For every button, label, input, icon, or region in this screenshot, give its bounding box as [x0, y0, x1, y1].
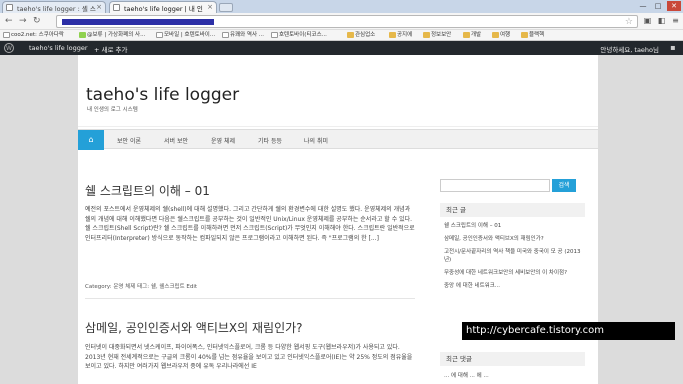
search-input[interactable] — [440, 179, 550, 192]
category-link[interactable]: 운영 체제 — [113, 284, 135, 290]
page-icon — [3, 32, 10, 38]
page-icon — [222, 32, 229, 38]
bookmark-label: 정보보안 — [431, 32, 452, 38]
sidebar: 검색 최근 글 쉘 스크립트의 이해 – 01 삼메일, 공인인증서와 액티브X… — [430, 149, 590, 384]
post-excerpt: 인터넷이 대중화되면서 넷스케이프, 파이어폭스, 인터넷익스플로어, 크롬 등… — [85, 344, 413, 370]
folder-icon — [389, 32, 396, 38]
comment-snippet[interactable]: ... 에 대해 ... 에 ... — [444, 371, 489, 379]
close-tab-icon[interactable]: × — [207, 3, 213, 11]
extension-icon[interactable]: ◧ — [656, 16, 667, 26]
favicon-icon — [6, 4, 13, 11]
browser-tab-1[interactable]: taeho's life logger : 셸 스 × — [2, 1, 106, 13]
wordpress-icon[interactable]: W — [4, 43, 14, 53]
list-item[interactable]: 무중성에 대한 네트워크보안의 세비보안의 이 차이점? — [444, 269, 584, 277]
browser-tab-strip: taeho's life logger : 셸 스 × taeho's life… — [0, 0, 683, 13]
bookmark-item[interactable]: @보류 | 가상화폐의 사... — [78, 31, 145, 40]
bookmark-label: 공지에 — [397, 32, 413, 38]
bookmark-label: 여행 — [500, 32, 511, 38]
recent-comments-title: 최근 댓글 — [440, 352, 585, 366]
post-title[interactable]: 쉘 스크립트의 이해 – 01 — [85, 182, 210, 199]
post-meta: Category: 운영 체제 태그: 쉘, 쉘스크립트 Edit — [85, 282, 197, 290]
search-icon[interactable]: ▪ — [668, 43, 678, 53]
bookmark-item[interactable]: 모바일 | 호텐토바이... — [155, 31, 215, 40]
bookmark-folder[interactable]: 공지에 — [388, 31, 412, 40]
bookmark-item[interactable]: 호텐토바이(티코스... — [270, 31, 327, 40]
minimize-button[interactable]: — — [636, 1, 650, 11]
browser-toolbar: ← → ↻ ☆ ▣ ◧ ≡ — [0, 13, 683, 30]
watermark: http://cybercafe.tistory.com — [462, 322, 675, 340]
folder-icon — [463, 32, 470, 38]
bookmark-folder[interactable]: 정보보안 — [422, 31, 451, 40]
url-redacted — [62, 19, 214, 25]
bookmarks-bar: coo2.net: 스쿠아다락 @보류 | 가상화폐의 사... 모바일 | 호… — [0, 30, 683, 41]
forward-icon[interactable]: → — [19, 16, 27, 26]
folder-icon — [521, 32, 528, 38]
favicon-icon — [113, 4, 120, 11]
tab-label: taeho's life logger | 내 인 — [124, 5, 203, 13]
extension-icon[interactable]: ▣ — [642, 16, 653, 26]
admin-bar: W taeho's life logger + 새로 추가 안녕하세요, tae… — [0, 41, 683, 55]
edit-link[interactable]: Edit — [186, 284, 197, 290]
address-bar[interactable]: ☆ — [56, 15, 638, 28]
tab-label: taeho's life logger : 셸 스 — [17, 5, 96, 13]
folder-icon — [423, 32, 430, 38]
recent-posts-list: 쉘 스크립트의 이해 – 01 삼메일, 공인인증서와 액티브X의 재림인가? … — [444, 222, 584, 295]
page-icon — [271, 32, 278, 38]
page-icon — [79, 32, 86, 38]
list-item[interactable]: 삼메일, 공인인증서와 액티브X의 재림인가? — [444, 235, 584, 243]
post-title[interactable]: 삼메일, 공인인증서와 액티브X의 재림인가? — [85, 319, 303, 336]
admin-user-link[interactable]: 안녕하세요, taeho님 — [600, 44, 659, 54]
browser-tab-2[interactable]: taeho's life logger | 내 인 × — [109, 1, 217, 13]
tags-link[interactable]: 쉘, 쉘스크립트 — [151, 284, 185, 290]
bookmark-label: 관심업소 — [355, 32, 376, 38]
bookmark-label: 모바일 | 호텐토바이... — [164, 32, 216, 38]
bookmark-item[interactable]: 유쾌와 역사 ... — [221, 31, 264, 40]
bookmark-label: 호텐토바이(티코스... — [279, 32, 327, 38]
close-window-button[interactable]: ✕ — [667, 1, 681, 11]
bookmark-label: 개발 — [471, 32, 482, 38]
list-item[interactable]: 고전시/문사끝자리의 역사 책을 미국와 중국이 모 공 (2013년) — [444, 248, 584, 264]
new-tab-button[interactable] — [219, 3, 233, 12]
bookmark-folder[interactable]: 관심업소 — [346, 31, 375, 40]
bookmark-folder[interactable]: 블랙헥 — [520, 31, 544, 40]
tags-label: 태그: — [137, 284, 150, 290]
bookmark-label: 블랙헥 — [529, 32, 545, 38]
divider — [85, 298, 415, 299]
post-excerpt: 예전의 포스트에서 운영체제의 쉘(shell)에 대해 설명했다. 그리고 간… — [85, 206, 415, 242]
list-item[interactable]: 쉘 스크립트의 이해 – 01 — [444, 222, 584, 230]
menu-icon[interactable]: ≡ — [670, 16, 681, 26]
recent-posts-title: 최근 글 — [440, 203, 585, 217]
reload-icon[interactable]: ↻ — [33, 16, 41, 26]
back-icon[interactable]: ← — [5, 16, 13, 26]
bookmark-label: @보류 | 가상화폐의 사... — [87, 32, 146, 38]
maximize-button[interactable]: □ — [651, 1, 665, 11]
bookmark-folder[interactable]: 여행 — [491, 31, 510, 40]
admin-new-link[interactable]: + 새로 추가 — [94, 44, 128, 54]
category-label: Category: — [85, 284, 112, 290]
bookmark-label: coo2.net: 스쿠아다락 — [11, 32, 64, 38]
admin-site-link[interactable]: taeho's life logger — [29, 44, 88, 52]
list-item[interactable]: 중앙 에 대한 네트워크... — [444, 282, 584, 290]
bookmark-folder[interactable]: 개발 — [462, 31, 481, 40]
folder-icon — [492, 32, 499, 38]
close-tab-icon[interactable]: × — [96, 3, 102, 11]
bookmark-item[interactable]: coo2.net: 스쿠아다락 — [2, 31, 64, 40]
folder-icon — [347, 32, 354, 38]
search-button[interactable]: 검색 — [552, 179, 576, 192]
star-icon[interactable]: ☆ — [625, 17, 633, 27]
page-icon — [156, 32, 163, 38]
bookmark-label: 유쾌와 역사 ... — [230, 32, 265, 38]
